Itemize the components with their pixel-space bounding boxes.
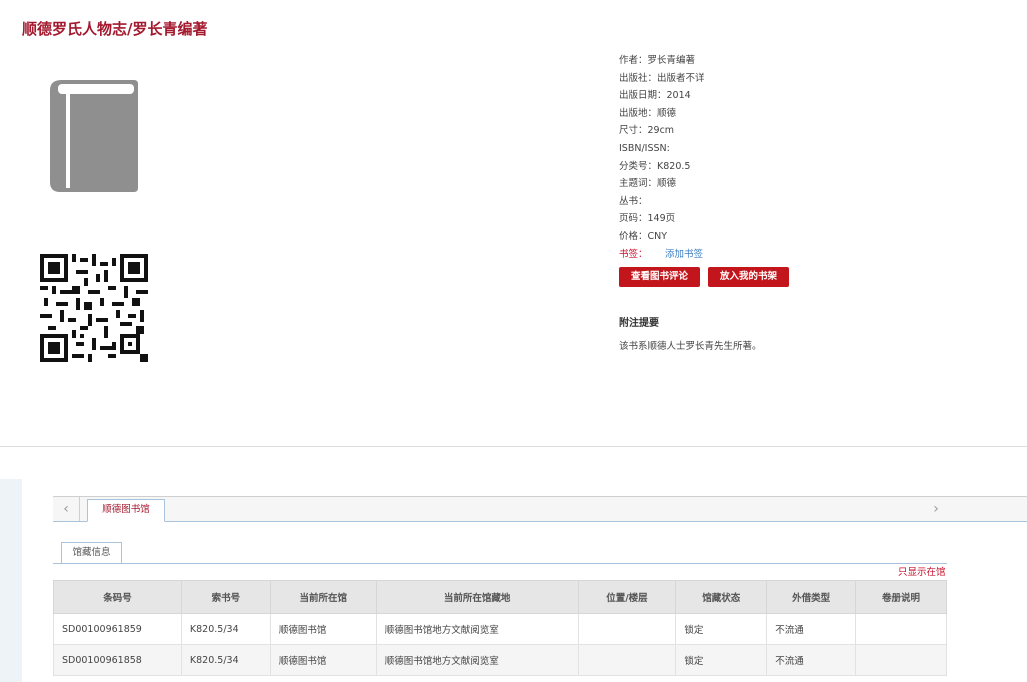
cell-call-number: K820.5/34 (180, 613, 271, 645)
qr-code-icon (40, 254, 148, 362)
meta-isbn: ISBN/ISSN: (619, 142, 670, 154)
table-row: SD00100961859 K820.5/34 顺德图书馆 顺德图书馆地方文献阅… (53, 613, 947, 645)
cell-status: 锁定 (675, 613, 768, 645)
col-floor: 位置/楼层 (577, 580, 677, 614)
holdings-table: 条码号 索书号 当前所在馆 当前所在馆藏地 位置/楼层 馆藏状态 外借类型 卷册… (53, 580, 947, 676)
tab-holdings[interactable]: 馆藏信息 (61, 542, 122, 564)
cell-volume-note (855, 644, 947, 676)
meta-subject: 主题词：顺德 (619, 178, 677, 190)
cell-barcode: SD00100961858 (53, 644, 182, 676)
section-divider (0, 446, 1027, 447)
view-reviews-button[interactable]: 查看图书评论 (619, 267, 700, 287)
cell-status: 锁定 (675, 644, 768, 676)
table-row: SD00100961858 K820.5/34 顺德图书馆 顺德图书馆地方文献阅… (53, 644, 947, 676)
cell-call-number: K820.5/34 (180, 644, 271, 676)
cell-loan-type: 不流通 (766, 613, 857, 645)
meta-class-no: 分类号：K820.5 (619, 160, 691, 172)
cell-loan-type: 不流通 (766, 644, 857, 676)
page-title: 顺德罗氏人物志/罗长青编著 (22, 20, 208, 38)
meta-publisher: 出版社：出版者不详 (619, 72, 705, 84)
notes-title: 附注提要 (619, 318, 659, 329)
meta-series: 丛书： (619, 195, 648, 207)
chevron-left-icon[interactable]: ‹ (53, 497, 80, 521)
cell-current-library: 顺德图书馆 (269, 613, 377, 645)
cell-barcode: SD00100961859 (53, 613, 182, 645)
col-status: 馆藏状态 (675, 580, 768, 614)
meta-size: 尺寸：29cm (619, 125, 675, 137)
meta-pages: 页码：149页 (619, 213, 676, 225)
bookmark-label: 书签： (619, 248, 648, 260)
chevron-right-icon[interactable]: › (923, 497, 949, 521)
meta-pub-place: 出版地：顺德 (619, 107, 677, 119)
book-metadata: 作者：罗长青编著 出版社：出版者不详 出版日期：2014 出版地：顺德 尺寸：2… (619, 52, 705, 263)
col-barcode: 条码号 (53, 580, 182, 614)
add-to-shelf-button[interactable]: 放入我的书架 (708, 267, 789, 287)
notes-body: 该书系顺德人士罗长青先生所著。 (619, 341, 762, 352)
meta-price: 价格：CNY (619, 230, 668, 242)
meta-author: 作者：罗长青编著 (619, 55, 696, 66)
col-current-library: 当前所在馆 (269, 580, 377, 614)
cell-current-location: 顺德图书馆地方文献阅览室 (375, 644, 579, 676)
show-available-link[interactable]: 只显示在馆 (898, 564, 946, 578)
cell-floor (577, 613, 677, 645)
col-call-number: 索书号 (180, 580, 271, 614)
cell-current-library: 顺德图书馆 (269, 644, 377, 676)
book-icon (50, 80, 138, 192)
bookmark-row: 书签： 添加书签 (619, 246, 705, 264)
add-bookmark-link[interactable]: 添加书签 (665, 249, 703, 260)
cell-volume-note (855, 613, 947, 645)
cell-floor (577, 644, 677, 676)
meta-pub-date: 出版日期：2014 (619, 90, 691, 102)
cell-current-location: 顺德图书馆地方文献阅览室 (375, 613, 579, 645)
col-volume-note: 卷册说明 (855, 580, 947, 614)
library-tabstrip: ‹ › (53, 496, 1027, 522)
tab-library[interactable]: 顺德图书馆 (87, 499, 165, 522)
col-current-location: 当前所在馆藏地 (375, 580, 579, 614)
table-header-row: 条码号 索书号 当前所在馆 当前所在馆藏地 位置/楼层 馆藏状态 外借类型 卷册… (53, 580, 947, 614)
col-loan-type: 外借类型 (766, 580, 857, 614)
holdings-tab-line (53, 563, 947, 564)
